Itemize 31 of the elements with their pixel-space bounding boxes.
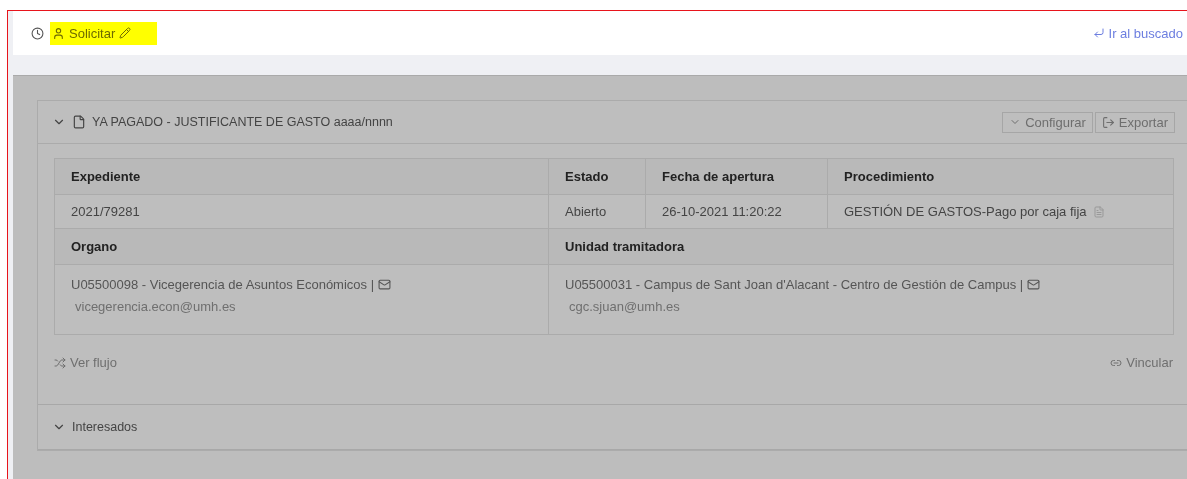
- email-text: cgc.sjuan@umh.es: [568, 299, 681, 314]
- export-button[interactable]: Exportar: [1094, 111, 1175, 133]
- table-cell: GESTIÓN DE GASTOS-Pago por caja fija: [844, 204, 1087, 219]
- section-title[interactable]: Interesados: [72, 420, 138, 434]
- view-flow-link[interactable]: Ver flujo: [54, 355, 117, 370]
- table-cell: 26-10-2021 11:20:22: [662, 204, 782, 219]
- shuffle-icon: [54, 356, 66, 369]
- export-icon: [1101, 115, 1115, 129]
- table-cell: 2021/79281: [71, 204, 140, 219]
- clock-icon: [31, 26, 44, 40]
- email-text: vicegerencia.econ@umh.es: [74, 299, 237, 314]
- table-cell: Abierto: [565, 204, 607, 219]
- section-title[interactable]: YA PAGADO - JUSTIFICANTE DE GASTO aaaa/nnnn: [92, 115, 393, 129]
- document-icon: [72, 115, 86, 129]
- unit-name: U05500098 - Vicegerencia de Asuntos Económicos |: [71, 277, 375, 292]
- configure-button[interactable]: Configurar: [1002, 111, 1093, 133]
- column-header: Unidad tramitadora: [549, 229, 1174, 265]
- edit-icon[interactable]: [119, 27, 132, 39]
- requester-link[interactable]: Solicitar: [50, 21, 158, 45]
- mail-icon: [378, 278, 392, 291]
- link-action[interactable]: Vincular: [1110, 355, 1173, 370]
- back-link[interactable]: Ir al buscado: [1092, 25, 1183, 41]
- user-icon: [52, 26, 65, 40]
- column-header: Procedimiento: [828, 159, 1174, 195]
- mail-icon: [1027, 278, 1041, 291]
- column-header: Fecha de apertura: [646, 159, 828, 195]
- return-icon: [1092, 27, 1105, 39]
- column-header: Organo: [55, 229, 549, 265]
- column-header: Expediente: [55, 159, 549, 195]
- unit-name: U05500031 - Campus de Sant Joan d'Alacant - Centro de Gestión de Campus |: [565, 277, 1024, 292]
- column-header: Estado: [549, 159, 646, 195]
